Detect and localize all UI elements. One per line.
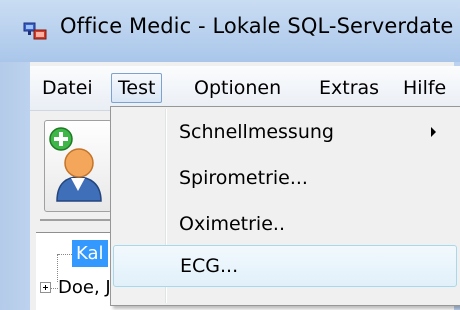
test-menu-dropdown: Schnellmessung Spirometrie... Oximetrie.… [110,106,460,306]
menu-bar: Datei Test Optionen Extras Hilfe [30,66,460,111]
menu-item-label: ECG... [180,255,239,277]
menu-item-schnellmessung[interactable]: Schnellmessung [113,111,457,153]
application-window: Office Medic - Lokale SQL-Serverdate Dat… [0,0,460,310]
menu-item-label: Oximetrie.. [179,213,285,235]
menu-item-spirometrie[interactable]: Spirometrie... [113,157,457,199]
menu-item-label: Spirometrie... [179,167,308,189]
office-medic-app-icon [23,22,47,40]
tree-connector [58,254,72,256]
menu-item-label: Schnellmessung [179,121,334,143]
tree-connector-patient [51,288,58,290]
window-frame-left [0,62,30,310]
menu-extras[interactable]: Extras [313,73,385,103]
menu-item-ecg[interactable]: ECG... [113,245,457,287]
menu-datei[interactable]: Datei [36,73,99,103]
tree-expand-icon[interactable] [40,282,51,293]
add-patient-icon [49,127,102,202]
add-patient-button[interactable] [44,120,112,212]
menu-test[interactable]: Test [111,73,163,103]
menu-item-oximetrie[interactable]: Oximetrie.. [113,203,457,245]
tree-node-selected[interactable]: Kal [72,240,108,267]
toolbar-separator [40,219,120,221]
submenu-arrow-icon [431,127,436,137]
menu-hilfe[interactable]: Hilfe [397,73,452,103]
title-bar[interactable]: Office Medic - Lokale SQL-Serverdate [0,0,460,62]
window-title: Office Medic - Lokale SQL-Serverdate [60,14,454,38]
menu-optionen[interactable]: Optionen [188,73,287,103]
